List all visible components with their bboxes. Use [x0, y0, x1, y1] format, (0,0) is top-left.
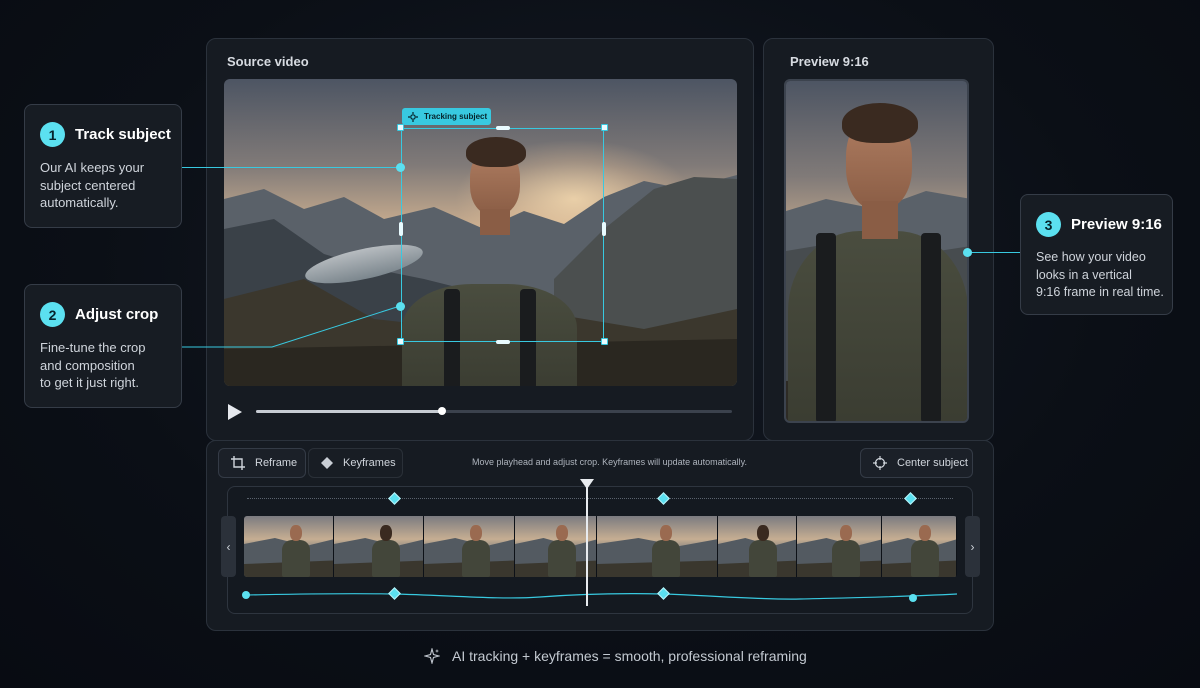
tracking-subject-label: Tracking subject	[424, 112, 488, 121]
callout-number: 2	[40, 302, 65, 327]
preview-title: Preview 9:16	[790, 54, 869, 69]
crop-handle-right[interactable]	[602, 222, 606, 236]
diamond-icon	[321, 457, 333, 469]
crop-tracking-box[interactable]	[401, 128, 604, 342]
play-icon[interactable]	[227, 403, 243, 421]
callout-number: 3	[1036, 212, 1061, 237]
timeline-ruler[interactable]	[247, 498, 953, 501]
center-subject-button[interactable]: Center subject	[860, 448, 973, 478]
playback-progress[interactable]	[256, 407, 732, 415]
preview-frame	[784, 79, 969, 423]
callout-description: Fine-tune the crop and composition to ge…	[40, 340, 146, 390]
timeline-prev-button[interactable]: ‹	[221, 516, 236, 577]
callout-title: Adjust crop	[75, 306, 159, 323]
crop-handle-top[interactable]	[496, 126, 510, 130]
connector-line	[182, 305, 401, 348]
callout-title: Track subject	[75, 126, 171, 143]
crop-handle-tr[interactable]	[601, 124, 608, 131]
filmstrip-frame[interactable]	[796, 516, 883, 577]
motion-curve	[242, 591, 958, 602]
connector-dot	[396, 302, 405, 311]
callout-description: See how your video looks in a vertical 9…	[1036, 250, 1164, 299]
playback-scrubber[interactable]	[437, 407, 446, 415]
connector-dot	[963, 248, 972, 257]
filmstrip-frame[interactable]	[333, 516, 425, 577]
callout-preview: 3 Preview 9:16 See how your video looks …	[1020, 194, 1173, 315]
filmstrip-frame[interactable]	[424, 516, 515, 577]
filmstrip-frame[interactable]	[597, 516, 718, 577]
timeline-next-button[interactable]: ›	[965, 516, 980, 577]
filmstrip-frame[interactable]	[882, 516, 957, 577]
playhead[interactable]	[586, 487, 588, 606]
keyframes-button[interactable]: Keyframes	[308, 448, 403, 478]
source-video-title: Source video	[227, 54, 309, 69]
footer-tagline: AI tracking + keyframes = smooth, profes…	[424, 648, 807, 664]
connector-dot	[396, 163, 405, 172]
playback-progress-fill	[256, 410, 442, 413]
timeline-hint: Move playhead and adjust crop. Keyframes…	[472, 457, 747, 467]
crop-handle-bottom[interactable]	[496, 340, 510, 344]
callout-description: Our AI keeps your subject centered autom…	[40, 160, 145, 210]
crop-handle-br[interactable]	[601, 338, 608, 345]
crop-handle-left[interactable]	[399, 222, 403, 236]
connector-line	[182, 167, 400, 168]
connector-line	[970, 252, 1020, 253]
crop-icon	[231, 456, 245, 470]
sparkle-icon	[424, 648, 440, 664]
filmstrip[interactable]	[244, 516, 957, 577]
callout-track-subject: 1 Track subject Our AI keeps your subjec…	[24, 104, 182, 228]
crosshair-icon	[873, 456, 887, 470]
tracking-subject-tag: Tracking subject	[402, 108, 491, 125]
crop-handle-tl[interactable]	[397, 124, 404, 131]
filmstrip-frame[interactable]	[244, 516, 334, 577]
filmstrip-frame[interactable]	[717, 516, 797, 577]
callout-adjust-crop: 2 Adjust crop Fine-tune the crop and com…	[24, 284, 182, 408]
callout-title: Preview 9:16	[1071, 216, 1162, 233]
reframe-button[interactable]: Reframe	[218, 448, 306, 478]
callout-number: 1	[40, 122, 65, 147]
tracking-icon	[408, 111, 418, 122]
